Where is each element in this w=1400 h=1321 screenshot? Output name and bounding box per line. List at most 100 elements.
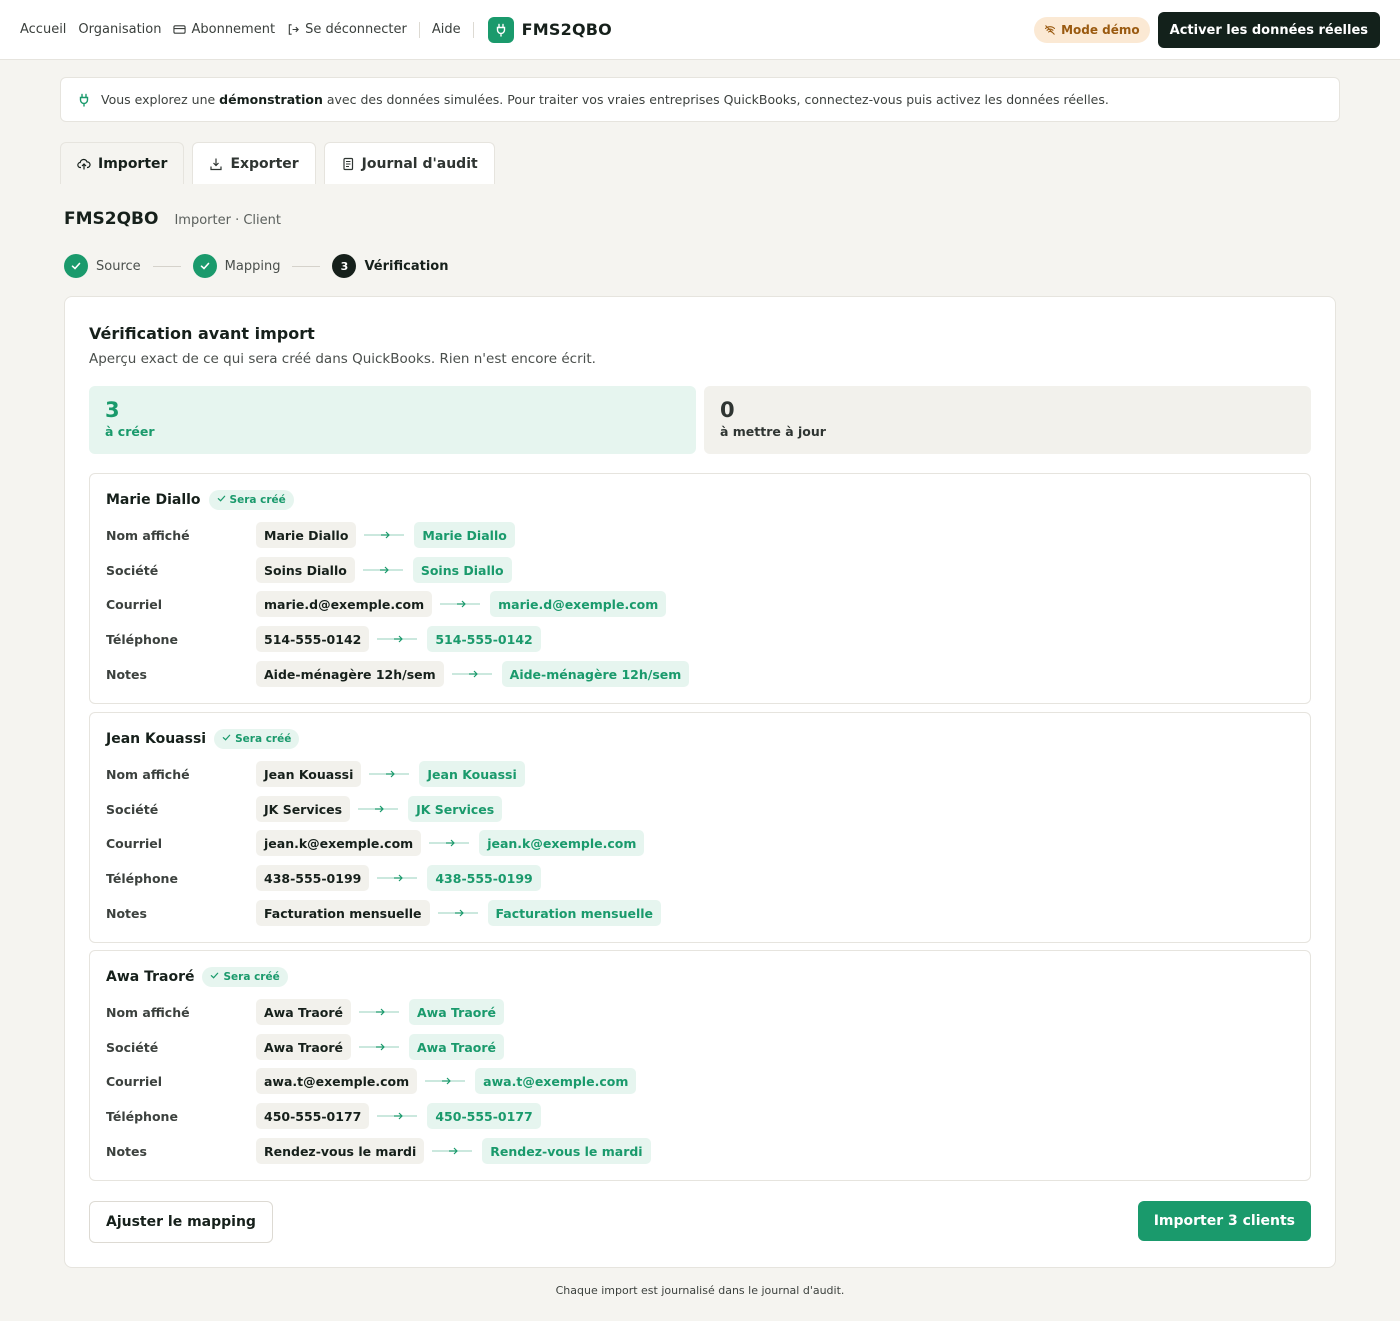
nav-help-link[interactable]: Aide xyxy=(432,22,461,37)
step-connector xyxy=(292,265,321,267)
arrow-right-icon xyxy=(359,1034,401,1060)
quickbooks-value: jean.k@exemple.com xyxy=(479,830,645,856)
arrow-right-icon xyxy=(429,830,471,856)
brand[interactable]: FMS2QBO xyxy=(487,16,612,43)
quickbooks-value: marie.d@exemple.com xyxy=(490,591,667,617)
nav-divider xyxy=(418,21,420,38)
nav-divider xyxy=(472,21,474,38)
quickbooks-value: Marie Diallo xyxy=(414,522,515,548)
check-icon xyxy=(217,494,226,506)
record-card: Awa Traoré Sera créé Nom affiché Awa Traoré… xyxy=(89,950,1311,1181)
field-label: Notes xyxy=(106,905,147,921)
main-tabs: Importer Exporter Journal d'audit xyxy=(60,142,495,184)
nav-subscription-link[interactable]: Abonnement xyxy=(173,22,275,37)
nav-links: Accueil Organisation Abonnement Se décon… xyxy=(20,16,612,43)
field-label: Nom affiché xyxy=(106,766,190,782)
tab-import-label: Importer xyxy=(98,155,168,172)
arrow-right-icon xyxy=(377,865,419,891)
step-connector xyxy=(152,265,181,267)
quickbooks-value: Soins Diallo xyxy=(412,557,512,583)
banner-text-before: Vous explorez une xyxy=(101,92,220,107)
quickbooks-value: Awa Traoré xyxy=(409,1034,504,1060)
nav-actions: Mode démo Activer les données réelles xyxy=(1034,12,1380,48)
tab-audit-log[interactable]: Journal d'audit xyxy=(323,142,495,184)
record-name: Awa Traoré xyxy=(106,969,195,985)
quickbooks-value: Awa Traoré xyxy=(409,999,504,1025)
step-source[interactable]: Source xyxy=(64,254,141,278)
adjust-mapping-button[interactable]: Ajuster le mapping xyxy=(89,1201,273,1243)
field-row: Notes Aide-ménagère 12h/sem Aide-ménagère … xyxy=(106,661,690,687)
source-value: Awa Traoré xyxy=(256,999,351,1025)
field-row: Nom affiché Jean Kouassi Jean Kouassi xyxy=(106,761,525,787)
quickbooks-value: Facturation mensuelle xyxy=(487,900,661,926)
record-header: Awa Traoré Sera créé xyxy=(106,967,288,987)
check-icon xyxy=(210,971,219,983)
field-row: Nom affiché Awa Traoré Awa Traoré xyxy=(106,999,504,1025)
source-value: Aide-ménagère 12h/sem xyxy=(256,661,444,687)
step-mapping-label: Mapping xyxy=(224,258,281,274)
record-name: Marie Diallo xyxy=(106,492,201,508)
field-label: Téléphone xyxy=(106,870,178,886)
plug-icon xyxy=(79,93,89,107)
demo-mode-label: Mode démo xyxy=(1061,23,1140,37)
import-clients-button[interactable]: Importer 3 clients xyxy=(1137,1201,1311,1241)
arrow-right-icon xyxy=(451,661,494,687)
field-label: Notes xyxy=(106,666,147,682)
field-row: Courriel awa.t@exemple.com awa.t@exemple.c… xyxy=(106,1068,637,1094)
download-icon xyxy=(210,158,223,170)
source-value: awa.t@exemple.com xyxy=(256,1068,418,1094)
field-label: Téléphone xyxy=(106,1108,178,1124)
quickbooks-value: 438-555-0199 xyxy=(427,865,541,891)
step-mapping[interactable]: Mapping xyxy=(192,254,281,278)
field-row: Notes Facturation mensuelle Facturation me… xyxy=(106,900,661,926)
check-icon xyxy=(64,254,88,278)
demo-banner: Vous explorez une démonstration avec des… xyxy=(60,77,1340,122)
breadcrumb: FMS2QBO Importer · Client xyxy=(64,209,281,229)
badge-label: Sera créé xyxy=(229,494,286,506)
nav-home-link[interactable]: Accueil xyxy=(20,22,66,37)
field-row: Société Soins Diallo Soins Diallo xyxy=(106,557,512,583)
record-header: Marie Diallo Sera créé xyxy=(106,490,294,510)
breadcrumb-brand: FMS2QBO xyxy=(64,209,159,229)
scroll-icon xyxy=(343,157,353,170)
step-verification: 3 Vérification xyxy=(332,254,448,278)
wifi-off-icon xyxy=(1045,25,1056,35)
step-number: 3 xyxy=(332,254,357,278)
logout-icon xyxy=(288,24,299,35)
field-row: Nom affiché Marie Diallo Marie Diallo xyxy=(106,522,515,548)
arrow-right-icon xyxy=(432,1138,474,1164)
tab-export-label: Exporter xyxy=(230,155,299,172)
source-value: 450-555-0177 xyxy=(256,1103,370,1129)
nav-organisation-link[interactable]: Organisation xyxy=(78,22,161,37)
source-value: Facturation mensuelle xyxy=(256,900,430,926)
source-value: 438-555-0199 xyxy=(256,865,370,891)
stat-create-count: 3 xyxy=(105,398,120,422)
will-create-badge: Sera créé xyxy=(208,490,294,510)
record-name: Jean Kouassi xyxy=(106,731,207,747)
field-label: Nom affiché xyxy=(106,527,190,543)
field-row: Téléphone 438-555-0199 438-555-0199 xyxy=(106,865,541,891)
arrow-right-icon xyxy=(362,557,405,583)
nav-logout-link[interactable]: Se déconnecter xyxy=(287,22,407,37)
field-label: Courriel xyxy=(106,835,163,851)
field-row: Société Awa Traoré Awa Traoré xyxy=(106,1034,504,1060)
field-row: Notes Rendez-vous le mardi Rendez-vous le … xyxy=(106,1138,651,1164)
source-value: jean.k@exemple.com xyxy=(256,830,422,856)
tab-export[interactable]: Exporter xyxy=(192,142,316,184)
field-label: Nom affiché xyxy=(106,1004,190,1020)
quickbooks-value: awa.t@exemple.com xyxy=(475,1068,637,1094)
source-value: 514-555-0142 xyxy=(256,626,370,652)
arrow-right-icon xyxy=(440,591,482,617)
quickbooks-value: JK Services xyxy=(408,796,503,822)
tab-import[interactable]: Importer xyxy=(60,142,185,184)
upload-cloud-icon xyxy=(77,158,91,169)
review-card: Vérification avant import Aperçu exact d… xyxy=(64,296,1336,1268)
field-row: Société JK Services JK Services xyxy=(106,796,503,822)
source-value: JK Services xyxy=(256,796,351,822)
activate-real-data-button[interactable]: Activer les données réelles xyxy=(1157,12,1380,48)
quickbooks-value: Rendez-vous le mardi xyxy=(482,1138,651,1164)
field-label: Courriel xyxy=(106,596,163,612)
breadcrumb-path: Importer · Client xyxy=(174,213,281,228)
field-label: Notes xyxy=(106,1143,147,1159)
field-row: Téléphone 514-555-0142 514-555-0142 xyxy=(106,626,541,652)
